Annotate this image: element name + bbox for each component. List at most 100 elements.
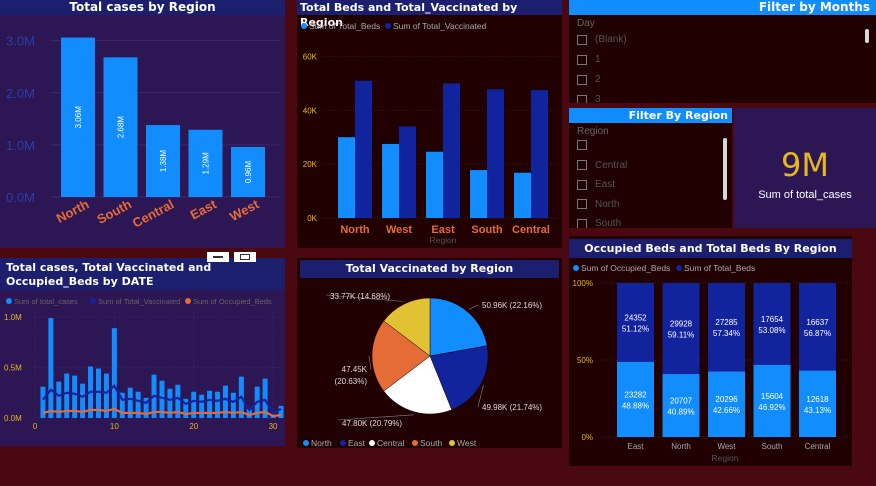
filter-months-item[interactable]: 3 (577, 94, 601, 103)
filter-months-item-label: 1 (595, 54, 601, 65)
bar-data-label: 53.08% (758, 326, 785, 335)
filter-region-item-label: Central (595, 159, 628, 171)
y-tick-label: 2.0M (6, 86, 35, 101)
checkbox-icon[interactable] (577, 199, 587, 209)
checkbox-icon[interactable] (577, 140, 587, 150)
filter-region-slicer[interactable]: Filter By Region Region Central East North… (569, 108, 732, 228)
legend-label: East (348, 438, 366, 448)
filter-region-item-label: East (595, 179, 616, 190)
total-cases-panel: Total cases by Region 0.0M 1.0M 2.0M 3.0M 3.… (0, 0, 285, 248)
x-tick-label: East (188, 196, 220, 222)
legend-marker (6, 298, 12, 304)
leader-line (468, 304, 479, 310)
bar-data-label: 27285 (715, 318, 738, 327)
legend-marker (573, 265, 579, 271)
filter-region-item-label: North (595, 198, 620, 210)
pie-data-label: 50.96K (22.16%) (482, 301, 542, 310)
filter-region-scrollbar[interactable] (723, 138, 727, 200)
bar-data-label: 0.96M (244, 161, 253, 184)
filter-region-item[interactable] (577, 140, 595, 150)
filter-region-item[interactable]: North (577, 199, 619, 210)
legend-marker (185, 298, 191, 304)
y-tick-label: 100% (573, 279, 593, 288)
checkbox-icon[interactable] (577, 160, 587, 170)
filter-months-item[interactable]: 2 (577, 74, 601, 85)
bar-data-label: 2.68M (117, 116, 126, 139)
legend-marker (90, 298, 96, 304)
x-tick-label: 0 (33, 422, 38, 431)
bar-data-label: 56.87% (804, 329, 831, 338)
filter-months-item[interactable]: (Blank) (577, 34, 627, 45)
legend-label: Sum of total_cases (14, 297, 78, 306)
y-tick-label: 20K (303, 160, 318, 169)
x-tick-label: 10 (110, 422, 119, 431)
beds-vaccinated-chart: Sum of Total_Beds Sum of Total_Vaccinated… (301, 21, 559, 245)
bar (531, 90, 548, 218)
filter-months-slicer[interactable]: Filter by Months Day (Blank) 1 2 3 (569, 0, 876, 103)
bar (338, 137, 355, 218)
total-cases-chart: 0.0M 1.0M 2.0M 3.0M 3.06M North 2.68M South 1.38… (6, 34, 280, 231)
occupied-beds-title: Occupied Beds and Total Beds By Region (569, 239, 852, 258)
more-options-icon[interactable] (234, 252, 256, 262)
pie-data-label: (20.63%) (335, 377, 368, 386)
bar (230, 392, 236, 418)
x-tick-label: Central (130, 196, 177, 230)
vaccinated-pie-panel: Total Vaccinated by Region 50.96K (22.16… (297, 258, 562, 448)
checkbox-icon[interactable] (577, 218, 587, 228)
vaccinated-pie-chart: 50.96K (22.16%) 49.98K (21.74%) 47.80K (20… (303, 292, 542, 448)
y-tick-label: 1.0M (6, 138, 35, 153)
bar (426, 151, 443, 218)
bar-data-label: 43.13% (804, 406, 831, 415)
beds-vaccinated-title: Total Beds and Total_Vaccinated by Regio… (297, 0, 562, 29)
total-cases-title: Total cases by Region (0, 0, 285, 15)
kpi-card: 9M Sum of total_cases (734, 108, 876, 228)
by-date-chart: Sum of total_cases Sum of Total_Vaccinate… (4, 297, 284, 431)
x-tick-label: West (386, 224, 412, 236)
legend-marker (449, 440, 455, 446)
by-date-title-line1: Total cases, Total Vaccinated and (6, 261, 212, 274)
y-tick-label: 0.0M (6, 190, 35, 205)
checkbox-icon[interactable] (577, 94, 587, 103)
filter-months-item[interactable]: 1 (577, 54, 601, 65)
bar-data-label: 15604 (761, 392, 784, 401)
checkbox-icon[interactable] (577, 54, 587, 65)
checkbox-icon[interactable] (577, 34, 587, 45)
bar (399, 126, 416, 218)
pie-data-label: 33.77K (14.68%) (330, 292, 390, 301)
checkbox-icon[interactable] (577, 74, 587, 85)
filter-region-item[interactable]: East (577, 179, 615, 190)
filter-months-item-label: (Blank) (595, 34, 627, 45)
bar-data-label: 46.92% (758, 403, 785, 412)
y-tick-label: 40K (303, 106, 318, 115)
x-tick-label: South (94, 196, 134, 227)
legend-label: Sum of Total_Beds (309, 21, 380, 31)
y-tick-label: 60K (303, 52, 318, 61)
x-axis-title: Region (430, 235, 457, 245)
filter-months-scrollbar[interactable] (865, 29, 869, 43)
kpi-value: 9M (781, 146, 829, 184)
leader-line (368, 355, 372, 371)
bar-data-label: 12618 (806, 395, 829, 404)
x-tick-label: West (227, 196, 262, 224)
legend-marker (676, 265, 682, 271)
legend-label: Sum of Total_Beds (684, 263, 755, 273)
by-date-title: Total cases, Total Vaccinated and Occupi… (0, 258, 285, 290)
x-tick-label: 20 (189, 422, 198, 431)
y-tick-label: 0.5M (4, 364, 22, 373)
bar (382, 143, 399, 218)
legend-label: Sum of Occupied_Beds (193, 297, 272, 306)
bar (355, 80, 372, 218)
pie-data-label: 47.80K (20.79%) (342, 419, 402, 428)
y-tick-label: 1.0M (4, 313, 22, 322)
legend-marker (340, 440, 346, 446)
focus-mode-icon[interactable] (207, 252, 229, 262)
x-tick-label: East (627, 442, 644, 451)
checkbox-icon[interactable] (577, 179, 587, 190)
by-date-title-line2: Occupied_Beds by DATE (6, 275, 154, 288)
filter-region-item[interactable]: Central (577, 160, 627, 171)
filter-region-item[interactable]: South (577, 218, 621, 228)
bar-data-label: 17654 (761, 315, 784, 324)
y-tick-label: 0.0M (4, 414, 22, 423)
y-tick-label: 0% (581, 433, 593, 442)
filter-region-item-label: South (595, 218, 622, 228)
